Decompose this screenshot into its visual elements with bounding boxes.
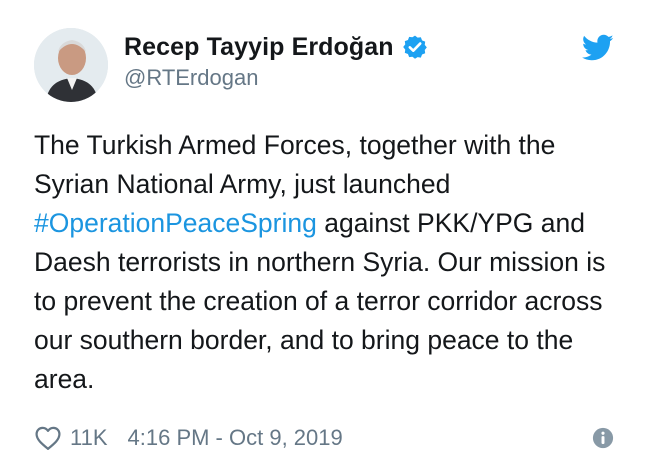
tweet-text-part-1: The Turkish Armed Forces, together with … <box>34 130 556 199</box>
timestamp[interactable]: 4:16 PM - Oct 9, 2019 <box>128 425 343 451</box>
verified-badge-icon <box>402 35 427 59</box>
display-name[interactable]: Recep Tayyip Erdoğan <box>124 33 394 62</box>
author-names: Recep Tayyip Erdoğan @RTErdogan <box>124 32 428 91</box>
avatar[interactable] <box>34 28 108 102</box>
avatar-portrait <box>34 28 108 102</box>
twitter-bird-icon[interactable] <box>582 34 614 62</box>
like-button[interactable]: 11K <box>34 425 108 451</box>
like-count: 11K <box>70 425 108 450</box>
hashtag-link[interactable]: #OperationPeaceSpring <box>34 208 317 238</box>
tweet-text: The Turkish Armed Forces, together with … <box>34 126 624 399</box>
info-icon[interactable] <box>592 427 614 449</box>
handle[interactable]: @RTErdogan <box>124 65 428 91</box>
tweet-footer: 11K 4:16 PM - Oct 9, 2019 <box>34 422 614 454</box>
heart-outline-icon <box>35 426 61 450</box>
tweet-card: Recep Tayyip Erdoğan @RTErdogan The Turk… <box>0 0 648 471</box>
tweet-header: Recep Tayyip Erdoğan @RTErdogan <box>34 28 614 108</box>
display-name-row: Recep Tayyip Erdoğan <box>124 32 428 62</box>
